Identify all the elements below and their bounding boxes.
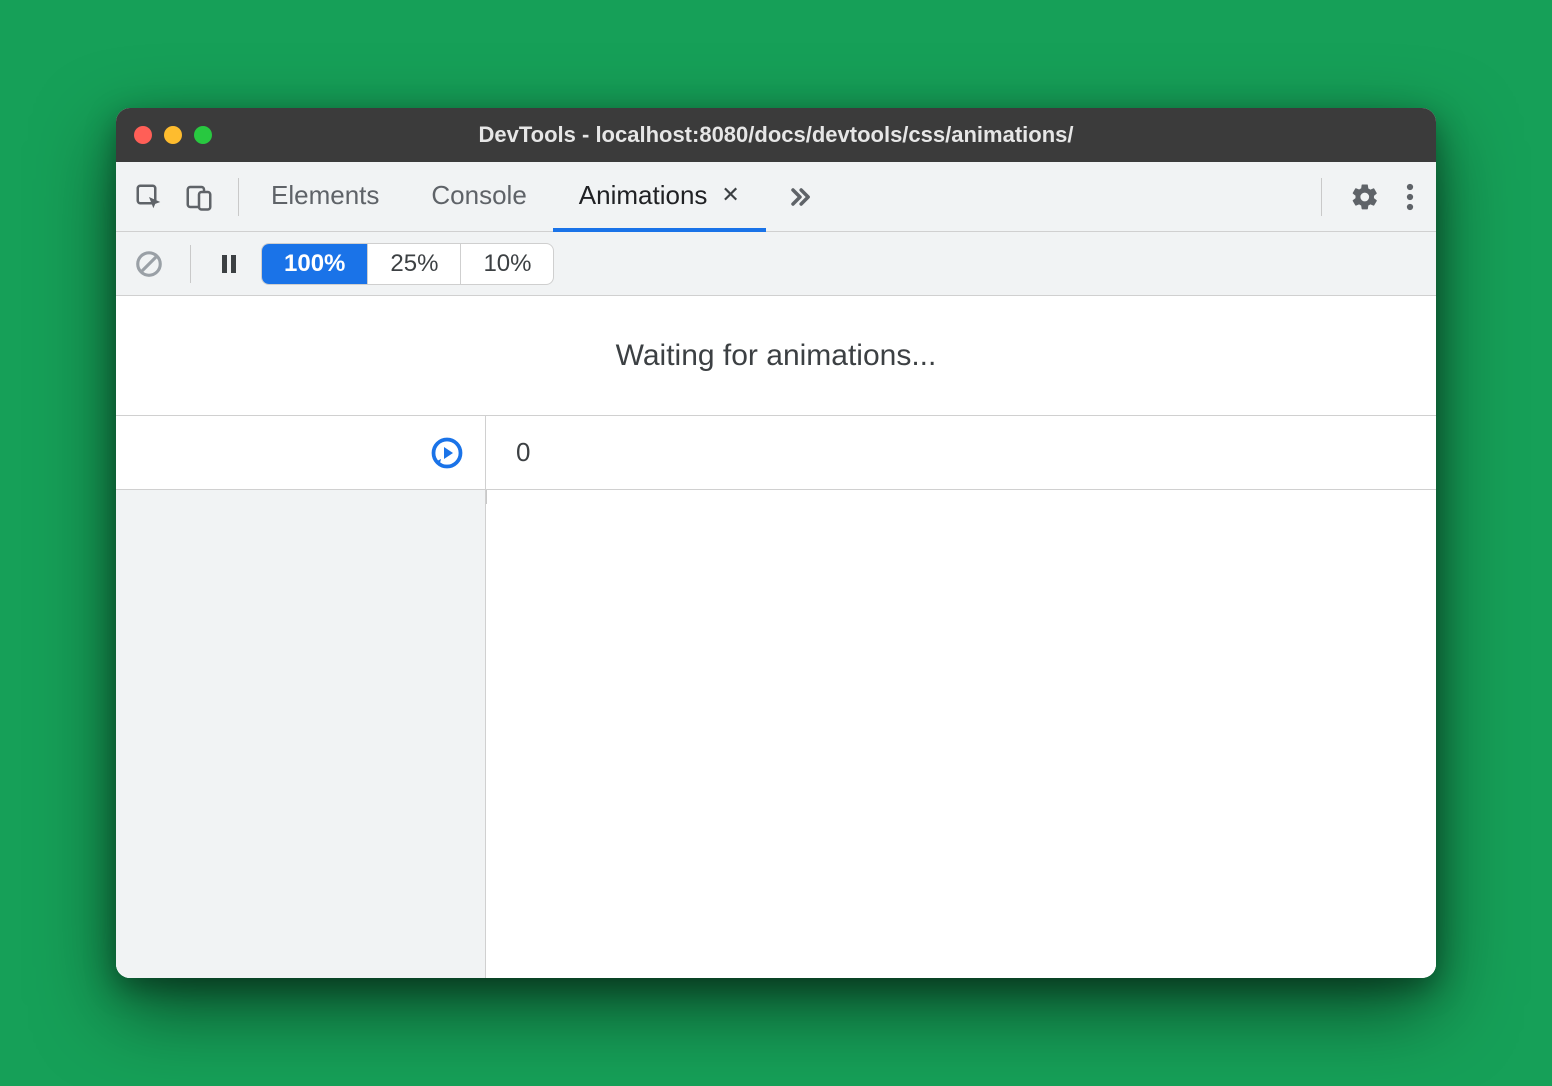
tab-label: Animations [579, 180, 708, 211]
divider [238, 178, 239, 216]
traffic-lights [134, 126, 212, 144]
tab-animations[interactable]: Animations ✕ [553, 162, 766, 232]
speed-25-button[interactable]: 25% [368, 244, 461, 284]
inspect-element-icon[interactable] [134, 182, 164, 212]
speed-10-button[interactable]: 10% [461, 244, 553, 284]
tabs-overflow-button[interactable] [766, 162, 834, 231]
timeline-ruler[interactable]: 0 [486, 416, 530, 489]
animations-toolbar: 100% 25% 10% [116, 232, 1436, 296]
segment-label: 100% [284, 250, 345, 277]
playback-speed-group: 100% 25% 10% [261, 243, 554, 285]
segment-label: 25% [390, 250, 438, 277]
timeline-body [116, 490, 1436, 978]
tab-label: Console [431, 180, 526, 211]
main-tabstrip: Elements Console Animations ✕ [116, 162, 1436, 232]
tabs: Elements Console Animations ✕ [245, 162, 1315, 231]
tab-console[interactable]: Console [405, 162, 552, 232]
device-toolbar-icon[interactable] [184, 182, 214, 212]
animation-list-pane [116, 490, 486, 978]
tabstrip-right-tools [1328, 162, 1436, 231]
ruler-zero-label: 0 [516, 437, 530, 468]
titlebar: DevTools - localhost:8080/docs/devtools/… [116, 108, 1436, 162]
tabstrip-left-tools [116, 162, 232, 231]
window-minimize-button[interactable] [164, 126, 182, 144]
divider [1321, 178, 1322, 216]
pause-icon[interactable] [217, 252, 241, 276]
animation-tracks-pane[interactable] [486, 490, 1436, 978]
tab-elements[interactable]: Elements [245, 162, 405, 232]
window-close-button[interactable] [134, 126, 152, 144]
ruler-tick [486, 490, 487, 504]
status-message: Waiting for animations... [116, 296, 1436, 416]
timeline-header: 0 [116, 416, 1436, 490]
speed-100-button[interactable]: 100% [262, 244, 368, 284]
window-title: DevTools - localhost:8080/docs/devtools/… [479, 122, 1074, 148]
close-icon[interactable]: ✕ [721, 182, 739, 208]
clear-icon[interactable] [134, 249, 164, 279]
kebab-menu-icon[interactable] [1406, 182, 1414, 212]
gear-icon[interactable] [1350, 182, 1380, 212]
window-zoom-button[interactable] [194, 126, 212, 144]
timeline-controls [116, 416, 486, 489]
divider [190, 245, 191, 283]
replay-icon[interactable] [429, 435, 465, 471]
devtools-window: DevTools - localhost:8080/docs/devtools/… [116, 108, 1436, 978]
segment-label: 10% [483, 250, 531, 277]
tab-label: Elements [271, 180, 379, 211]
